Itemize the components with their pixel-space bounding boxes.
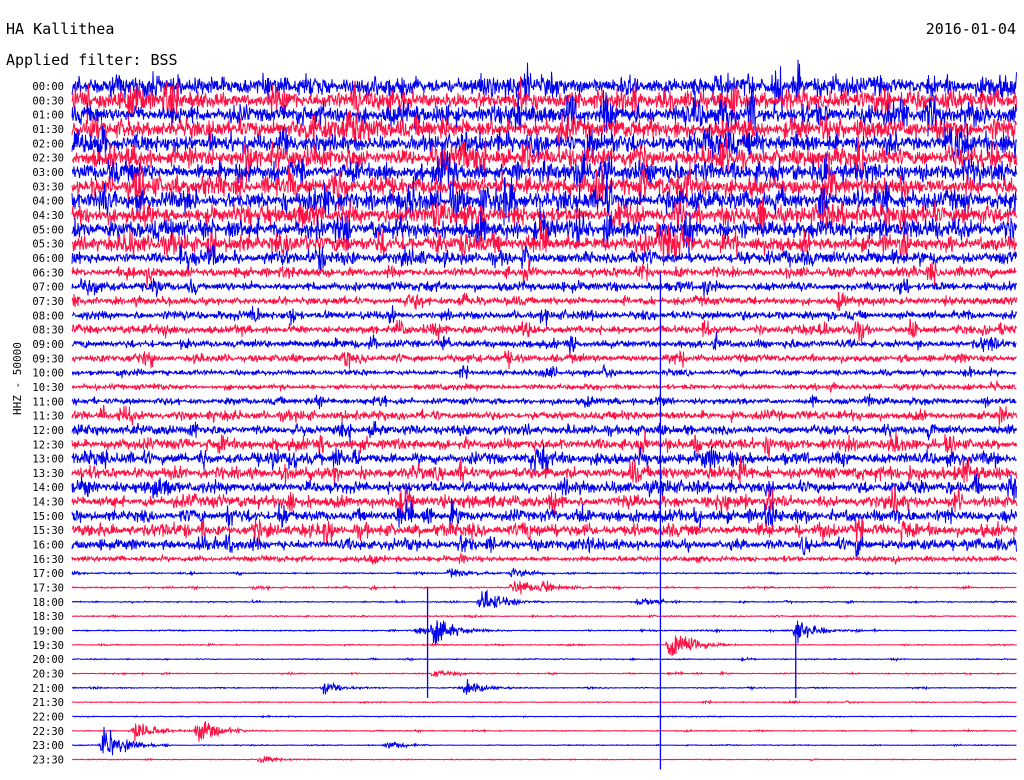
tick-label: 01:30 bbox=[32, 124, 64, 136]
tick-label: 21:30 bbox=[32, 697, 64, 709]
tick-label: 14:00 bbox=[32, 482, 64, 494]
tick-label: 03:00 bbox=[32, 167, 64, 179]
tick-label: 05:00 bbox=[32, 224, 64, 236]
tick-label: 00:30 bbox=[32, 95, 64, 107]
helicorder-chart: 00:00 00:30 01:00 01:30 02:00 02:30 03:00 03:30… bbox=[0, 0, 1024, 780]
tick-label: 08:30 bbox=[32, 325, 64, 337]
channel-label: HHZ - 50000 bbox=[11, 342, 24, 415]
tick-label: 20:30 bbox=[32, 669, 64, 681]
tick-label: 11:00 bbox=[32, 396, 64, 408]
tick-label: 04:30 bbox=[32, 210, 64, 222]
tick-label: 09:30 bbox=[32, 353, 64, 365]
tick-label: 14:30 bbox=[32, 497, 64, 509]
tick-label: 22:30 bbox=[32, 726, 64, 738]
tick-label: 09:00 bbox=[32, 339, 64, 351]
tick-label: 00:00 bbox=[32, 81, 64, 93]
tick-label: 15:00 bbox=[32, 511, 64, 523]
tick-label: 01:00 bbox=[32, 110, 64, 122]
tick-label: 16:00 bbox=[32, 540, 64, 552]
tick-label: 04:00 bbox=[32, 196, 64, 208]
tick-label: 20:00 bbox=[32, 654, 64, 666]
tick-label: 03:30 bbox=[32, 181, 64, 193]
tick-label: 07:30 bbox=[32, 296, 64, 308]
tick-label: 22:00 bbox=[32, 712, 64, 724]
tick-label: 12:30 bbox=[32, 439, 64, 451]
tick-label: 08:00 bbox=[32, 310, 64, 322]
tick-label: 21:00 bbox=[32, 683, 64, 695]
station-title: HA Kallithea bbox=[6, 20, 115, 38]
tick-label: 02:00 bbox=[32, 138, 64, 150]
tick-label: 12:00 bbox=[32, 425, 64, 437]
tick-label: 18:00 bbox=[32, 597, 64, 609]
tick-label: 06:30 bbox=[32, 267, 64, 279]
tick-label: 15:30 bbox=[32, 525, 64, 537]
tick-label: 23:30 bbox=[32, 755, 64, 767]
tick-label: 17:30 bbox=[32, 583, 64, 595]
tick-label: 18:30 bbox=[32, 611, 64, 623]
filter-label: Applied filter: BSS bbox=[6, 51, 178, 69]
tick-label: 11:30 bbox=[32, 411, 64, 423]
date-label: 2016-01-04 bbox=[925, 20, 1016, 38]
tick-label: 19:30 bbox=[32, 640, 64, 652]
tick-label: 13:00 bbox=[32, 454, 64, 466]
tick-label: 07:00 bbox=[32, 282, 64, 294]
tick-label: 17:00 bbox=[32, 568, 64, 580]
tick-label: 02:30 bbox=[32, 153, 64, 165]
tick-label: 23:00 bbox=[32, 740, 64, 752]
tick-label: 10:00 bbox=[32, 368, 64, 380]
tick-label: 06:00 bbox=[32, 253, 64, 265]
tick-label: 05:30 bbox=[32, 239, 64, 251]
tick-label: 19:00 bbox=[32, 626, 64, 638]
tick-label: 13:30 bbox=[32, 468, 64, 480]
tick-label: 16:30 bbox=[32, 554, 64, 566]
tick-label: 10:30 bbox=[32, 382, 64, 394]
